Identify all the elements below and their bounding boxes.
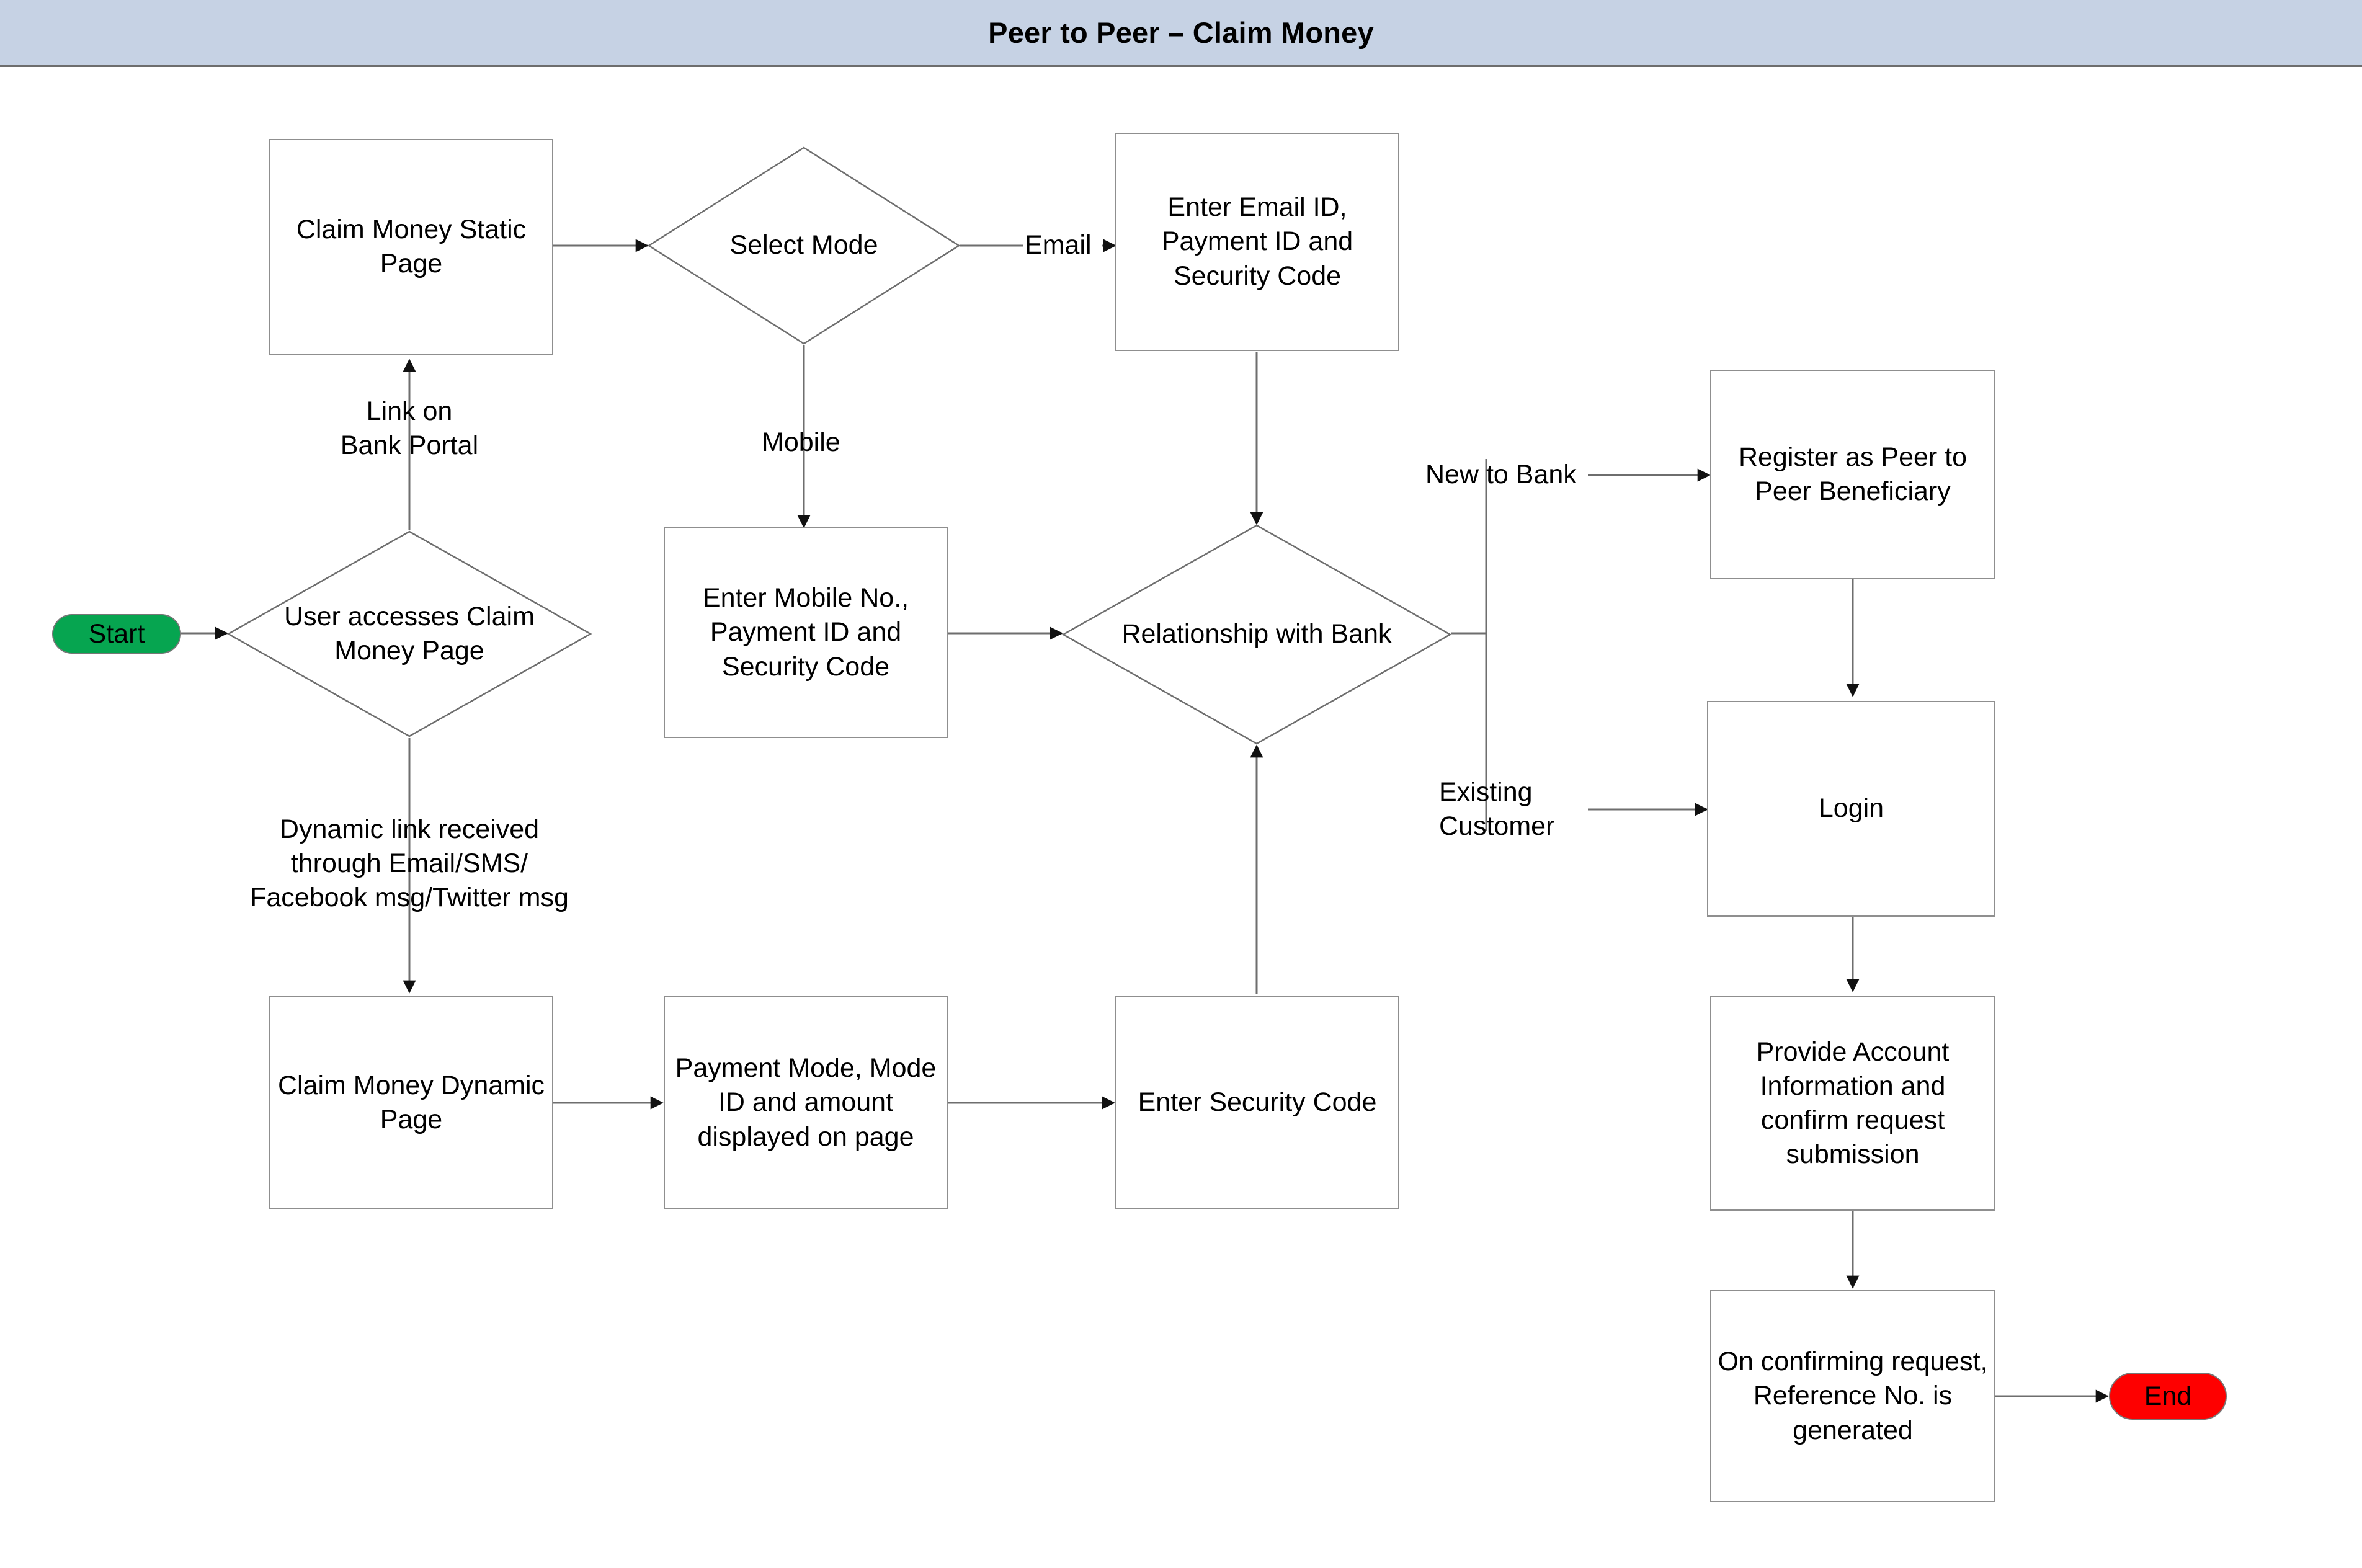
node-claim-money-dynamic-page-label: Claim Money Dynamic Page: [277, 1070, 545, 1134]
node-login[interactable]: Login: [1707, 701, 1995, 917]
node-reference-no-generated[interactable]: On confirming request, Reference No. is …: [1710, 1290, 1995, 1502]
node-register-as-peer[interactable]: Register as Peer to Peer Beneficiary: [1710, 370, 1995, 579]
edge-label-email: Email: [1025, 230, 1092, 260]
node-payment-mode-details[interactable]: Payment Mode, Mode ID and amount display…: [664, 996, 948, 1209]
node-enter-email-id[interactable]: Enter Email ID, Payment ID and Security …: [1115, 133, 1399, 351]
edge-label-existing-customer: Existing Customer: [1439, 777, 1555, 842]
node-end-label: End: [2144, 1381, 2192, 1411]
edge-label-link-on-bank-portal: Link on Bank Portal: [340, 396, 479, 461]
edge-label-new-to-bank: New to Bank: [1425, 460, 1577, 489]
node-claim-money-static-page-label: Claim Money Static Page: [296, 214, 527, 278]
node-enter-mobile-no[interactable]: Enter Mobile No., Payment ID and Securit…: [664, 527, 948, 738]
node-payment-mode-details-label: Payment Mode, Mode ID and amount display…: [675, 1053, 937, 1152]
node-user-accesses-claim-money-page[interactable]: User accesses Claim Money Page: [227, 530, 592, 737]
node-select-mode[interactable]: Select Mode: [648, 146, 960, 345]
node-relationship-with-bank-label: Relationship with Bank: [1121, 619, 1392, 649]
page-title: Peer to Peer – Claim Money: [988, 16, 1374, 49]
node-provide-account-information-label: Provide Account Information and confirm …: [1756, 1036, 1950, 1170]
node-claim-money-dynamic-page[interactable]: Claim Money Dynamic Page: [269, 996, 553, 1209]
node-select-mode-label: Select Mode: [729, 230, 878, 261]
node-register-as-peer-label: Register as Peer to Peer Beneficiary: [1738, 442, 1968, 506]
title-bar: Peer to Peer – Claim Money: [0, 0, 2362, 67]
node-relationship-with-bank[interactable]: Relationship with Bank: [1062, 524, 1451, 745]
node-enter-security-code[interactable]: Enter Security Code: [1115, 996, 1399, 1209]
node-end[interactable]: End: [2109, 1373, 2227, 1420]
node-start-label: Start: [88, 618, 145, 649]
node-claim-money-static-page[interactable]: Claim Money Static Page: [269, 139, 553, 355]
node-user-accesses-claim-money-page-label: User accesses Claim Money Page: [284, 601, 535, 666]
node-reference-no-generated-label: On confirming request, Reference No. is …: [1718, 1347, 1988, 1445]
edge-label-dynamic-link: Dynamic link received through Email/SMS/…: [250, 814, 569, 913]
flowchart-page: Peer to Peer – Claim Money Start End Use…: [0, 0, 2362, 1568]
node-enter-security-code-label: Enter Security Code: [1138, 1087, 1377, 1118]
node-start[interactable]: Start: [52, 614, 181, 654]
edge-label-mobile: Mobile: [762, 427, 840, 457]
node-login-label: Login: [1818, 793, 1884, 824]
node-enter-email-id-label: Enter Email ID, Payment ID and Security …: [1161, 192, 1353, 291]
node-enter-mobile-no-label: Enter Mobile No., Payment ID and Securit…: [702, 583, 909, 682]
node-provide-account-information[interactable]: Provide Account Information and confirm …: [1710, 996, 1995, 1211]
